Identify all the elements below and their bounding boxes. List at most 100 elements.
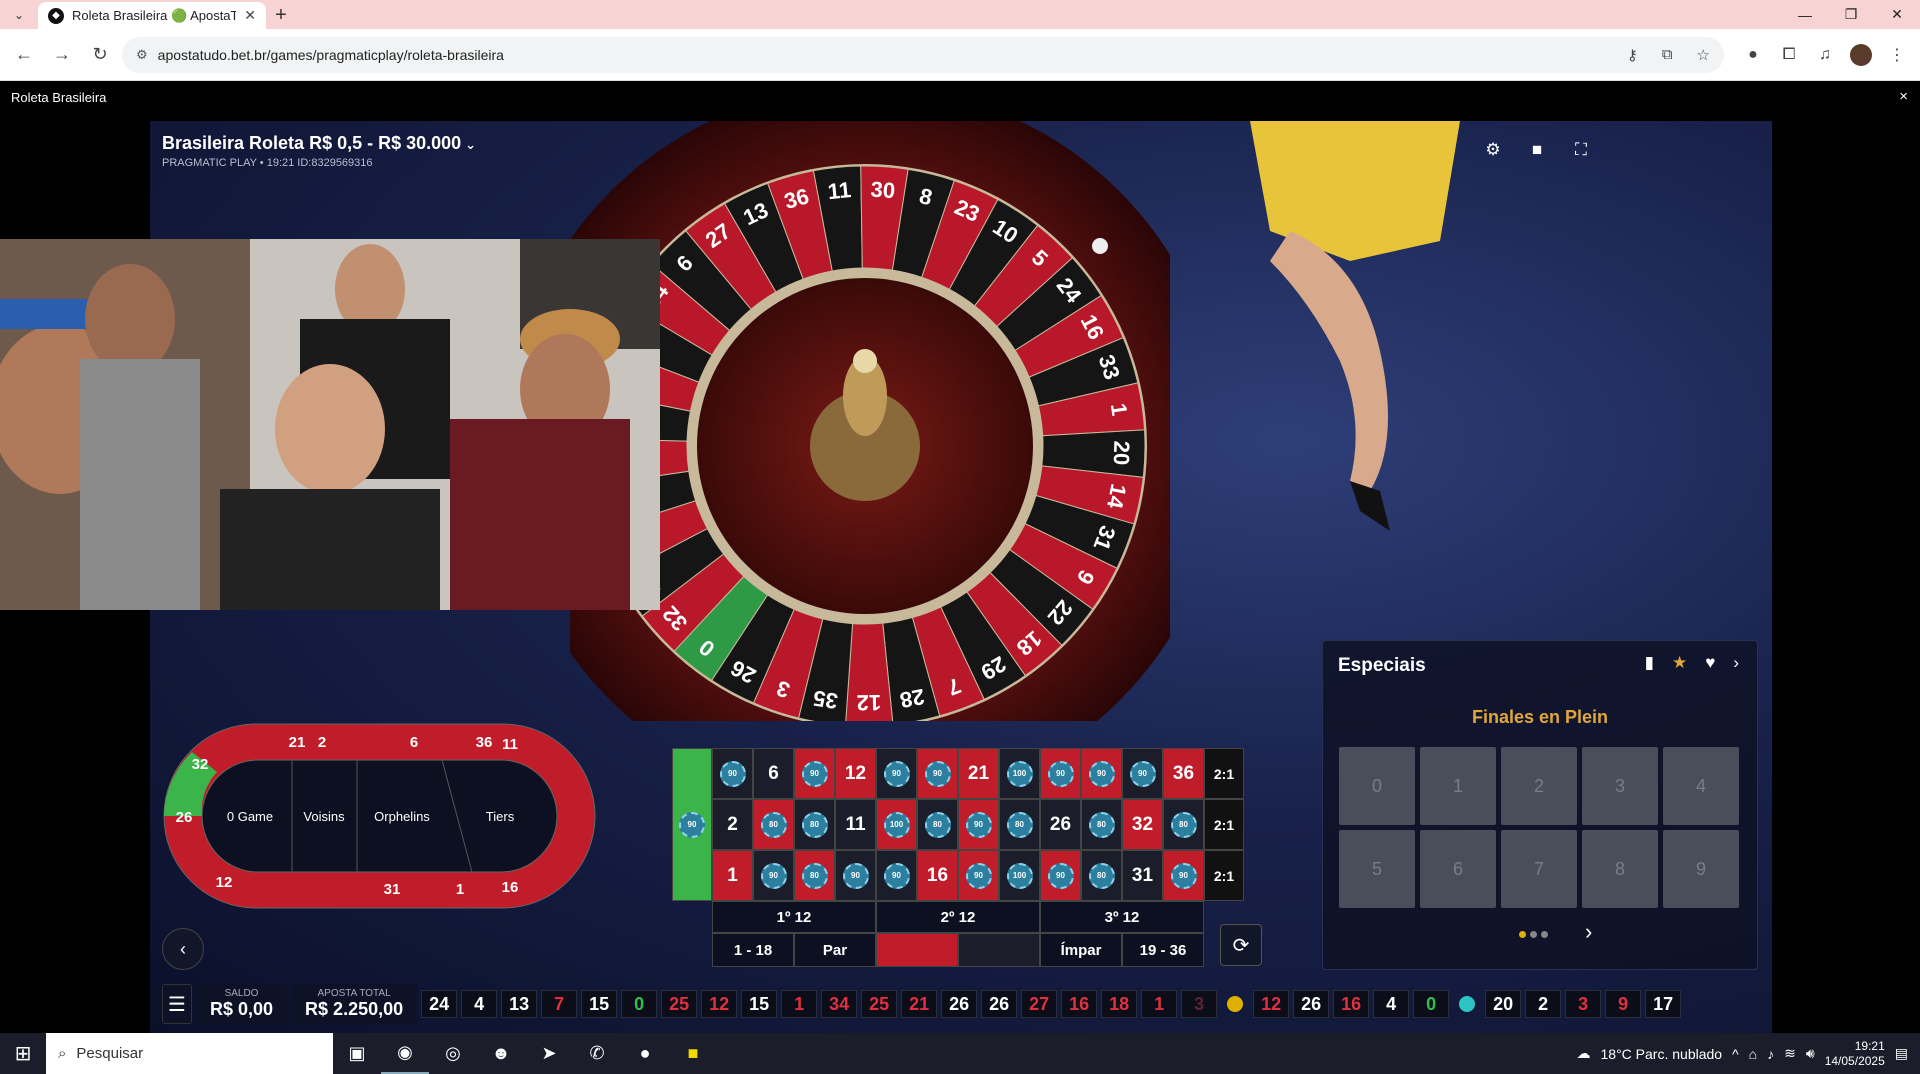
finales-cell[interactable]: 1	[1420, 747, 1496, 825]
racetrack-number[interactable]: 11	[502, 736, 518, 753]
dozen-bet[interactable]: 1º 12	[712, 901, 876, 933]
racetrack-number[interactable]: 21	[289, 734, 306, 751]
racetrack-number[interactable]: 31	[384, 881, 401, 898]
outside-bet[interactable]: Ímpar	[1040, 933, 1122, 967]
board-number-cell[interactable]: 36	[1163, 748, 1204, 799]
board-number-cell[interactable]: 100	[876, 799, 917, 850]
board-number-cell[interactable]: 90	[1163, 850, 1204, 901]
board-number-cell[interactable]: 100	[999, 850, 1040, 901]
board-zero-cell[interactable]: 90	[672, 748, 712, 901]
heart-icon[interactable]: ♥	[1705, 653, 1715, 673]
chip-stack-icon[interactable]: ☰	[162, 984, 192, 1024]
racetrack-section-orphelins[interactable]: Orphelins	[374, 809, 430, 824]
board-number-cell[interactable]: 90	[1081, 748, 1122, 799]
board-number-cell[interactable]: 80	[1081, 799, 1122, 850]
address-bar[interactable]: ⚙ apostatudo.bet.br/games/pragmaticplay/…	[122, 36, 1724, 73]
tab-roleta[interactable]: ◆ Roleta Brasileira 🟢 ApostaTudo ✕	[38, 2, 266, 29]
finales-cell[interactable]: 6	[1420, 830, 1496, 908]
racetrack-number[interactable]: 6	[410, 734, 418, 751]
board-number-cell[interactable]: 90	[794, 748, 835, 799]
board-number-cell[interactable]: 90	[1040, 748, 1081, 799]
board-number-cell[interactable]: 90	[1040, 850, 1081, 901]
obs-icon[interactable]: ◎	[429, 1033, 477, 1074]
board-number-cell[interactable]: 21	[958, 748, 999, 799]
board-number-cell[interactable]: 80	[1081, 850, 1122, 901]
tray-overflow-icon[interactable]: ^	[1732, 1046, 1739, 1062]
board-number-cell[interactable]: 90	[958, 850, 999, 901]
whatsapp-icon[interactable]: ✆	[573, 1033, 621, 1074]
finales-cell[interactable]: 7	[1501, 830, 1577, 908]
restore-icon[interactable]: ❐	[1828, 0, 1874, 29]
racetrack-number[interactable]: 36	[476, 734, 493, 751]
board-number-cell[interactable]: 11	[835, 799, 876, 850]
extension-icon[interactable]: ●	[1738, 40, 1768, 70]
board-number-cell[interactable]: 12	[835, 748, 876, 799]
extensions-puzzle-icon[interactable]: ⧠	[1774, 40, 1804, 70]
fullscreen-icon[interactable]: ⛶	[1570, 139, 1592, 161]
media-control-icon[interactable]: ♫	[1810, 40, 1840, 70]
install-app-icon[interactable]: ⧉	[1662, 46, 1673, 63]
password-key-icon[interactable]: ⚷	[1627, 46, 1638, 64]
board-number-cell[interactable]: 90	[876, 850, 917, 901]
next-page-chevron-icon[interactable]: ›	[1585, 919, 1592, 945]
finales-cell[interactable]: 9	[1663, 830, 1739, 908]
wifi-icon[interactable]: ≋	[1784, 1045, 1796, 1062]
microphone-icon[interactable]: ♪	[1767, 1046, 1774, 1062]
column-bet-2to1[interactable]: 2:1	[1204, 748, 1244, 799]
pagination-dot[interactable]	[1519, 931, 1526, 938]
discord-icon[interactable]: ☻	[477, 1033, 525, 1074]
finales-cell[interactable]: 0	[1339, 747, 1415, 825]
board-number-cell[interactable]: 26	[1040, 799, 1081, 850]
favorite-star-icon[interactable]: ★	[1672, 653, 1687, 673]
finales-cell[interactable]: 8	[1582, 830, 1658, 908]
racetrack-section-0-game[interactable]: 0 Game	[227, 809, 273, 824]
racetrack-number[interactable]: 1	[456, 881, 464, 898]
board-number-cell[interactable]: 80	[917, 799, 958, 850]
racetrack-section-voisins[interactable]: Voisins	[303, 809, 345, 824]
board-number-cell[interactable]: 1	[712, 850, 753, 901]
recorder-icon[interactable]: ●	[621, 1033, 669, 1074]
board-number-cell[interactable]: 90	[753, 850, 794, 901]
chevron-right-icon[interactable]: ›	[1733, 653, 1739, 673]
racetrack-number[interactable]: 16	[502, 879, 519, 896]
racetrack-number[interactable]: 32	[192, 756, 209, 773]
board-number-cell[interactable]: 80	[753, 799, 794, 850]
board-number-cell[interactable]: 90	[835, 850, 876, 901]
previous-view-chevron-icon[interactable]: ‹	[162, 928, 204, 970]
board-number-cell[interactable]: 90	[1122, 748, 1163, 799]
board-number-cell[interactable]: 6	[753, 748, 794, 799]
dozen-bet[interactable]: 2º 12	[876, 901, 1040, 933]
board-number-cell[interactable]: 90	[712, 748, 753, 799]
sticky-notes-icon[interactable]: ■	[669, 1033, 717, 1074]
forward-icon[interactable]: →	[46, 39, 78, 71]
profile-avatar[interactable]	[1846, 40, 1876, 70]
telegram-icon[interactable]: ➤	[525, 1033, 573, 1074]
board-number-cell[interactable]: 32	[1122, 799, 1163, 850]
racetrack-number[interactable]: 26	[176, 809, 193, 826]
outside-bet[interactable]: 19 - 36	[1122, 933, 1204, 967]
board-number-cell[interactable]: 80	[1163, 799, 1204, 850]
outside-bet[interactable]: Par	[794, 933, 876, 967]
board-number-cell[interactable]: 2	[712, 799, 753, 850]
finales-cell[interactable]: 5	[1339, 830, 1415, 908]
finales-cell[interactable]: 4	[1663, 747, 1739, 825]
bookmark-star-icon[interactable]: ☆	[1697, 46, 1710, 64]
pagination-dot[interactable]	[1530, 931, 1537, 938]
outside-bet[interactable]: 1 - 18	[712, 933, 794, 967]
racetrack-section-tiers[interactable]: Tiers	[486, 809, 515, 824]
board-number-cell[interactable]: 80	[794, 850, 835, 901]
game-title[interactable]: Brasileira Roleta R$ 0,5 - R$ 30.000 ⌄	[162, 133, 476, 154]
page-close-icon[interactable]: ×	[1899, 88, 1908, 105]
board-number-cell[interactable]: 90	[917, 748, 958, 799]
stats-bar-chart-icon[interactable]: ▮	[1645, 653, 1654, 673]
windows-start-icon[interactable]: ⊞	[0, 1033, 46, 1074]
volume-tray-icon[interactable]: 🔊︎	[1806, 1045, 1815, 1062]
dozen-bet[interactable]: 3º 12	[1040, 901, 1204, 933]
board-number-cell[interactable]: 16	[917, 850, 958, 901]
close-tab-icon[interactable]: ✕	[244, 7, 256, 24]
red-bet[interactable]	[876, 933, 958, 967]
pagination-dot[interactable]	[1541, 931, 1548, 938]
menu-kebab-icon[interactable]: ⋮	[1882, 40, 1912, 70]
repeat-bet-icon[interactable]: ⟳	[1220, 924, 1262, 966]
finales-cell[interactable]: 3	[1582, 747, 1658, 825]
